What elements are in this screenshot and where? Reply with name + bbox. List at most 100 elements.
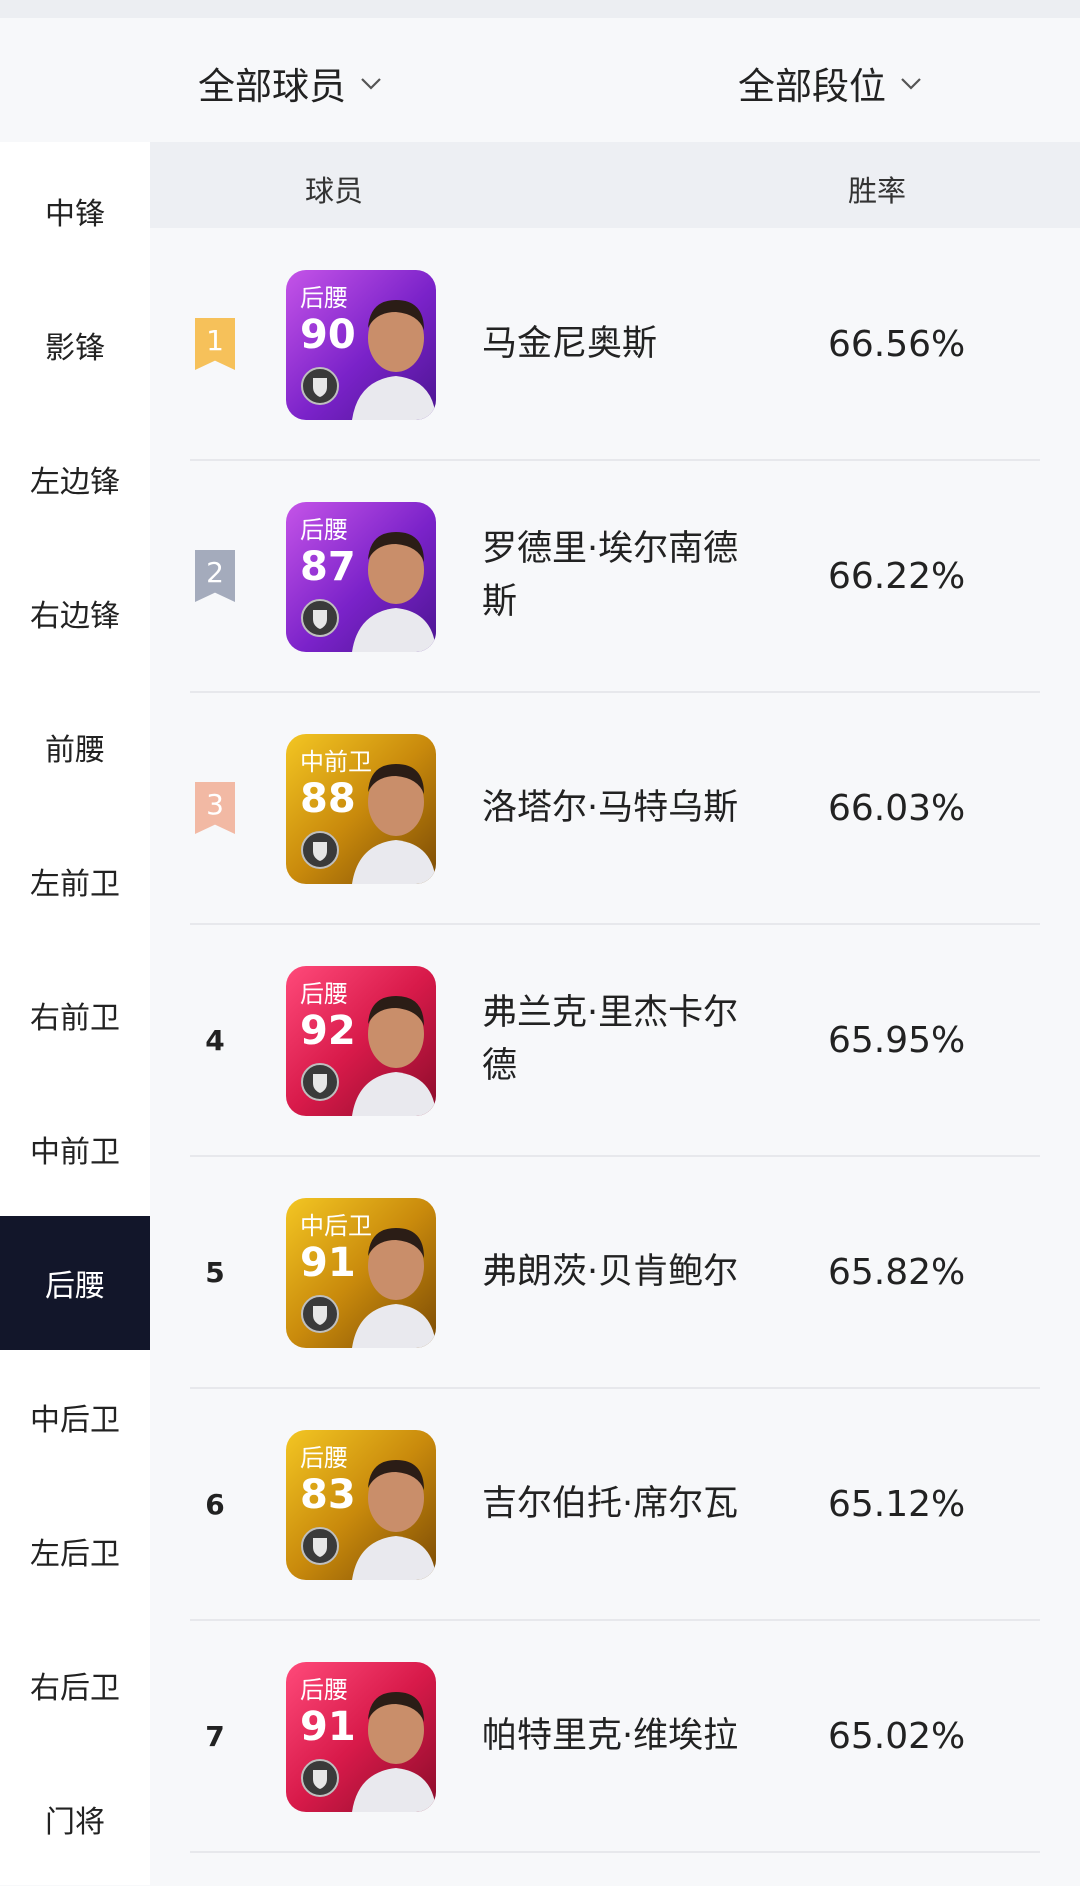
rank-cell: 7 — [190, 1620, 240, 1852]
player-name[interactable]: 弗兰克·里杰卡尔德 — [482, 924, 742, 1156]
player-card[interactable]: 后腰 87 — [286, 502, 436, 652]
tier-filter-label: 全部段位 — [738, 65, 886, 108]
table-row[interactable]: 5 中后卫 91 弗朗茨·贝肯鲍尔 65.82% — [150, 1156, 1080, 1388]
player-name[interactable]: 洛塔尔·马特乌斯 — [482, 692, 742, 924]
rank-number: 4 — [205, 1023, 225, 1057]
shield-icon — [301, 1295, 339, 1333]
rank-cell: 5 — [190, 1156, 240, 1388]
win-rate-column-header: 胜率 — [848, 174, 907, 208]
player-position-label: 后腰 — [300, 1444, 348, 1472]
table-row[interactable]: 7 后腰 91 帕特里克·维埃拉 65.02% — [150, 1620, 1080, 1852]
filter-bar: 全部球员 全部段位 — [0, 18, 1080, 142]
sidebar-item[interactable]: 右前卫 — [0, 948, 150, 1082]
rank-cell: 3 — [190, 692, 240, 924]
player-filter-dropdown[interactable]: 全部球员 — [198, 56, 386, 110]
table-row[interactable]: 6 后腰 83 吉尔伯托·席尔瓦 65.12% — [150, 1388, 1080, 1620]
rank-medal-badge: 2 — [195, 550, 235, 602]
sidebar-item-label: 中前卫 — [30, 1135, 120, 1170]
table-header: 球员 胜率 — [150, 142, 1080, 228]
rank-medal-badge: 1 — [195, 318, 235, 370]
rank-cell: 1 — [190, 228, 240, 460]
win-rate-value: 66.22% — [828, 555, 966, 597]
table-row[interactable]: 4 后腰 92 弗兰克·里杰卡尔德 65.95% — [150, 924, 1080, 1156]
sidebar-item[interactable]: 左边锋 — [0, 412, 150, 546]
player-card[interactable]: 后腰 83 — [286, 1430, 436, 1580]
win-rate-value: 66.03% — [828, 787, 966, 829]
table-row[interactable]: 3 中前卫 88 洛塔尔·马特乌斯 66.03% — [150, 692, 1080, 924]
rank-cell: 2 — [190, 460, 240, 692]
win-rate-value: 65.02% — [828, 1715, 966, 1757]
rank-number: 6 — [205, 1487, 225, 1521]
player-rating: 92 — [300, 1008, 356, 1054]
sidebar-item[interactable]: 中后卫 — [0, 1350, 150, 1484]
player-card[interactable]: 中后卫 91 — [286, 1198, 436, 1348]
sidebar-item-label: 后腰 — [45, 1269, 105, 1304]
sidebar-item[interactable]: 影锋 — [0, 278, 150, 412]
player-name[interactable]: 马金尼奥斯 — [482, 228, 742, 460]
table-row[interactable]: 1 后腰 90 马金尼奥斯 66.56% — [150, 228, 1080, 460]
sidebar-item-label: 右后卫 — [30, 1671, 120, 1706]
player-name[interactable]: 帕特里克·维埃拉 — [482, 1620, 742, 1852]
sidebar-item-label: 前腰 — [45, 733, 105, 768]
player-position-label: 后腰 — [300, 980, 348, 1008]
player-rating: 91 — [300, 1240, 356, 1286]
shield-icon — [301, 367, 339, 405]
win-rate-value: 66.56% — [828, 323, 966, 365]
row-divider — [190, 1851, 1040, 1853]
sidebar-item-label: 中锋 — [45, 197, 105, 232]
rank-cell: 4 — [190, 924, 240, 1156]
win-rate-value: 65.82% — [828, 1251, 966, 1293]
sidebar-item-label: 右前卫 — [30, 1001, 120, 1036]
shield-icon — [301, 831, 339, 869]
tier-filter-dropdown[interactable]: 全部段位 — [738, 56, 926, 110]
rank-cell: 6 — [190, 1388, 240, 1620]
player-rating: 91 — [300, 1704, 356, 1750]
shield-icon — [301, 599, 339, 637]
sidebar-item[interactable]: 右边锋 — [0, 546, 150, 680]
position-sidebar: 中锋影锋左边锋右边锋前腰左前卫右前卫中前卫后腰中后卫左后卫右后卫门将 — [0, 142, 150, 1885]
sidebar-item-label: 左前卫 — [30, 867, 120, 902]
player-rating: 88 — [300, 776, 356, 822]
shield-icon — [301, 1759, 339, 1797]
player-position-label: 后腰 — [300, 516, 348, 544]
rank-medal-badge: 3 — [195, 782, 235, 834]
sidebar-item[interactable]: 中前卫 — [0, 1082, 150, 1216]
player-position-label: 中前卫 — [300, 748, 372, 776]
win-rate-value: 65.12% — [828, 1483, 966, 1525]
player-rating: 87 — [300, 544, 356, 590]
player-rating: 83 — [300, 1472, 356, 1518]
player-column-header: 球员 — [305, 174, 364, 208]
sidebar-item[interactable]: 左前卫 — [0, 814, 150, 948]
sidebar-item-label: 影锋 — [45, 331, 105, 366]
table-row[interactable]: 2 后腰 87 罗德里·埃尔南德斯 66.22% — [150, 460, 1080, 692]
sidebar-item[interactable]: 后腰 — [0, 1216, 150, 1350]
player-card[interactable]: 后腰 92 — [286, 966, 436, 1116]
top-strip — [0, 0, 1080, 18]
player-filter-label: 全部球员 — [198, 65, 346, 108]
player-position-label: 后腰 — [300, 1676, 348, 1704]
player-card[interactable]: 中前卫 88 — [286, 734, 436, 884]
sidebar-item-label: 门将 — [45, 1805, 105, 1840]
sidebar-item[interactable]: 门将 — [0, 1752, 150, 1886]
chevron-down-icon — [901, 78, 921, 90]
rank-number: 7 — [205, 1719, 225, 1753]
player-position-label: 中后卫 — [300, 1212, 372, 1240]
player-rating: 90 — [300, 312, 356, 358]
player-name[interactable]: 弗朗茨·贝肯鲍尔 — [482, 1156, 742, 1388]
player-name[interactable]: 吉尔伯托·席尔瓦 — [482, 1388, 742, 1620]
player-card[interactable]: 后腰 90 — [286, 270, 436, 420]
sidebar-item[interactable]: 左后卫 — [0, 1484, 150, 1618]
player-name[interactable]: 罗德里·埃尔南德斯 — [482, 460, 742, 692]
win-rate-value: 65.95% — [828, 1019, 966, 1061]
sidebar-item-label: 左后卫 — [30, 1537, 120, 1572]
sidebar-item[interactable]: 右后卫 — [0, 1618, 150, 1752]
sidebar-item[interactable]: 前腰 — [0, 680, 150, 814]
shield-icon — [301, 1527, 339, 1565]
sidebar-item-label: 右边锋 — [30, 599, 120, 634]
sidebar-item-label: 中后卫 — [30, 1403, 120, 1438]
sidebar-item[interactable]: 中锋 — [0, 144, 150, 278]
sidebar-item-label: 左边锋 — [30, 465, 120, 500]
player-position-label: 后腰 — [300, 284, 348, 312]
shield-icon — [301, 1063, 339, 1101]
player-card[interactable]: 后腰 91 — [286, 1662, 436, 1812]
